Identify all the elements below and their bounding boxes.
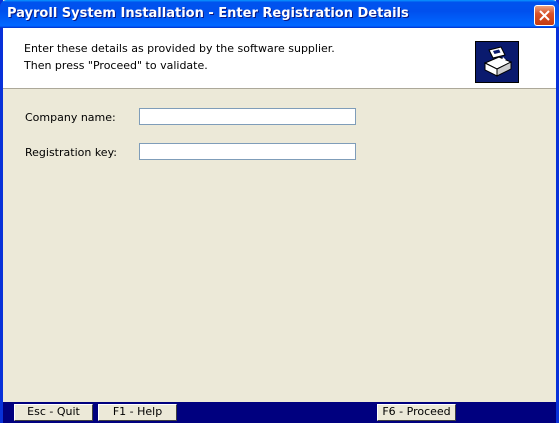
proceed-button[interactable]: F6 - Proceed (377, 404, 456, 421)
instruction-line-1: Enter these details as provided by the s… (24, 42, 335, 55)
title-bar[interactable]: Payroll System Installation - Enter Regi… (0, 0, 559, 28)
company-name-label: Company name: (25, 111, 116, 124)
registration-key-label: Registration key: (25, 146, 117, 159)
install-software-icon (475, 41, 519, 83)
help-button[interactable]: F1 - Help (98, 404, 177, 421)
window-title: Payroll System Installation - Enter Regi… (7, 6, 409, 21)
instructions-panel: Enter these details as provided by the s… (3, 28, 556, 89)
installer-window: Payroll System Installation - Enter Regi… (0, 0, 559, 423)
quit-button[interactable]: Esc - Quit (14, 404, 93, 421)
instruction-line-2: Then press "Proceed" to validate. (24, 59, 208, 72)
close-icon (539, 10, 550, 21)
function-key-bar: Esc - Quit F1 - Help F6 - Proceed (3, 402, 556, 423)
registration-key-input[interactable] (139, 143, 356, 160)
company-name-input[interactable] (139, 108, 356, 125)
close-button[interactable] (534, 5, 555, 26)
